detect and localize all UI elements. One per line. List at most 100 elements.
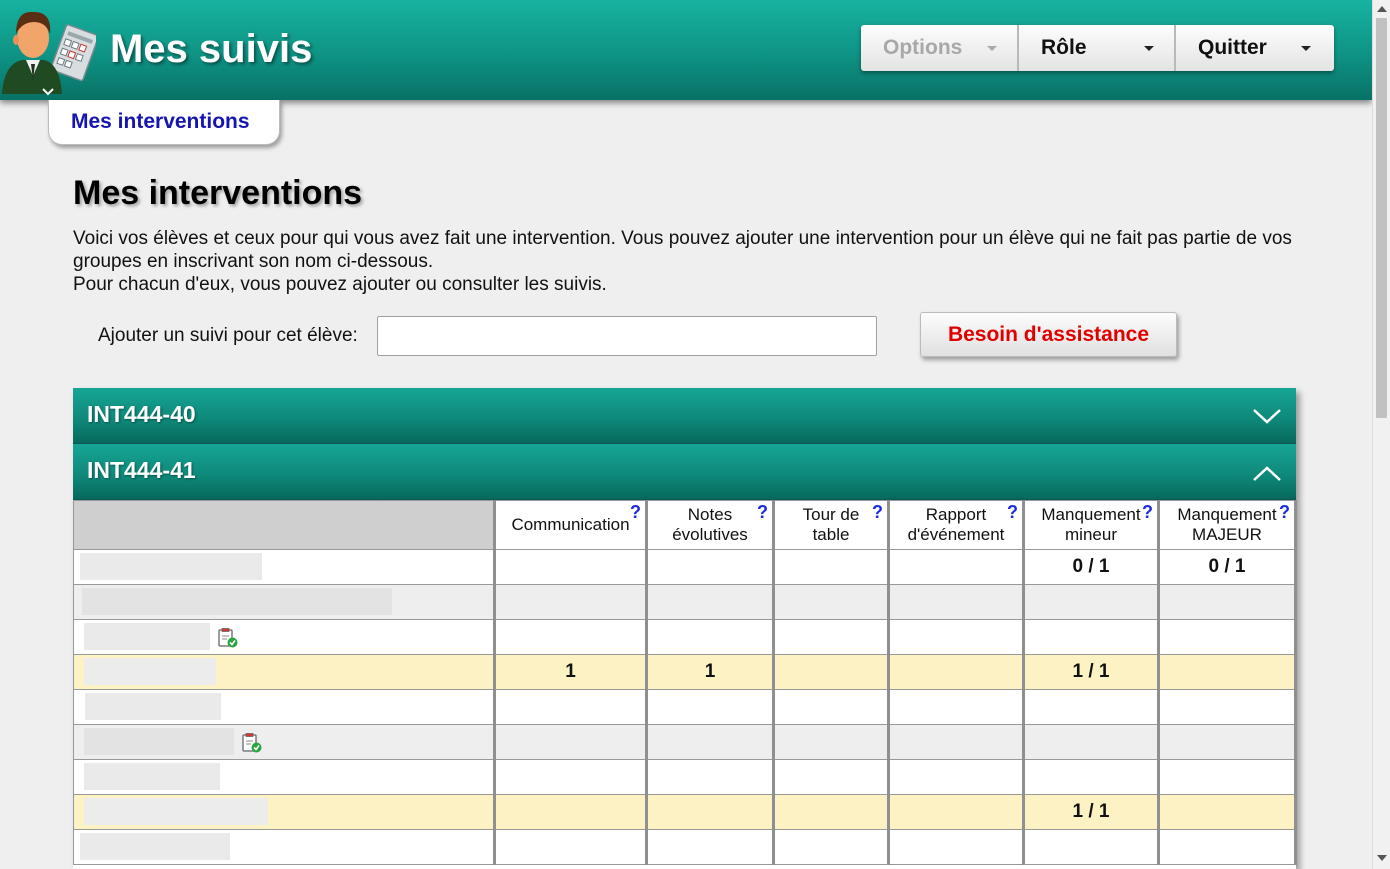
table-row[interactable]: 1 1 1 / 1: [73, 654, 1297, 690]
table-cell[interactable]: [888, 549, 1025, 585]
table-cell[interactable]: [494, 794, 648, 830]
help-icon[interactable]: ?: [872, 502, 883, 522]
table-cell[interactable]: [646, 619, 775, 655]
student-name-cell[interactable]: [73, 654, 496, 690]
table-cell[interactable]: [1158, 584, 1297, 620]
column-label: Manquement: [1177, 505, 1277, 524]
help-icon[interactable]: ?: [1007, 502, 1018, 522]
table-row[interactable]: [73, 619, 1297, 655]
table-cell[interactable]: [1158, 619, 1297, 655]
group-name: INT444-41: [87, 457, 196, 483]
table-cell[interactable]: [1023, 689, 1160, 725]
table-cell[interactable]: [773, 549, 890, 585]
student-name-cell[interactable]: [73, 794, 496, 830]
help-icon[interactable]: ?: [1279, 502, 1290, 522]
table-row[interactable]: [73, 759, 1297, 795]
group-name: INT444-40: [87, 401, 196, 427]
table-cell[interactable]: [888, 794, 1025, 830]
table-row[interactable]: [73, 829, 1297, 865]
table-cell[interactable]: [646, 794, 775, 830]
table-cell[interactable]: [888, 759, 1025, 795]
top-menu: Options Rôle Quitter: [861, 25, 1334, 71]
table-cell[interactable]: [494, 549, 648, 585]
group-header-int444-41[interactable]: INT444-41: [73, 444, 1296, 500]
table-cell[interactable]: [1158, 724, 1297, 760]
help-icon[interactable]: ?: [757, 502, 768, 522]
table-cell[interactable]: [773, 584, 890, 620]
table-cell[interactable]: [888, 829, 1025, 865]
student-name-cell[interactable]: [73, 724, 496, 760]
table-cell[interactable]: [1023, 724, 1160, 760]
table-row[interactable]: [73, 584, 1297, 620]
table-cell[interactable]: [888, 584, 1025, 620]
table-cell[interactable]: [773, 619, 890, 655]
options-menu-button[interactable]: Options: [861, 25, 1019, 71]
table-cell[interactable]: [494, 689, 648, 725]
table-cell[interactable]: [494, 724, 648, 760]
table-cell[interactable]: [773, 759, 890, 795]
table-cell[interactable]: [1023, 584, 1160, 620]
student-name-cell[interactable]: [73, 619, 496, 655]
table-cell[interactable]: [1158, 689, 1297, 725]
table-cell[interactable]: [646, 759, 775, 795]
table-cell[interactable]: 1: [646, 654, 775, 690]
table-cell[interactable]: [888, 619, 1025, 655]
table-cell[interactable]: 1 / 1: [1023, 654, 1160, 690]
table-cell[interactable]: [646, 829, 775, 865]
table-cell[interactable]: 1: [494, 654, 648, 690]
table-cell[interactable]: [1158, 829, 1297, 865]
table-row[interactable]: 1 / 1: [73, 794, 1297, 830]
table-cell[interactable]: 0 / 1: [1023, 549, 1160, 585]
student-name-cell[interactable]: [73, 829, 496, 865]
tab-mes-interventions[interactable]: Mes interventions: [48, 100, 280, 145]
table-cell[interactable]: [888, 654, 1025, 690]
table-cell[interactable]: [888, 724, 1025, 760]
table-cell[interactable]: [1023, 759, 1160, 795]
table-cell[interactable]: [773, 829, 890, 865]
table-cell[interactable]: 0 / 1: [1158, 549, 1297, 585]
column-header-rapport: Rapport d'événement ?: [888, 500, 1025, 550]
table-cell[interactable]: [1158, 654, 1297, 690]
student-name-cell[interactable]: [73, 584, 496, 620]
table-cell[interactable]: [494, 584, 648, 620]
table-cell[interactable]: [1023, 619, 1160, 655]
student-name-cell[interactable]: [73, 549, 496, 585]
table-cell[interactable]: [646, 549, 775, 585]
clipboard-check-icon[interactable]: [241, 732, 263, 754]
help-icon[interactable]: ?: [630, 502, 641, 522]
role-menu-button[interactable]: Rôle: [1019, 25, 1176, 71]
table-cell[interactable]: [646, 584, 775, 620]
scrollbar-thumb[interactable]: [1376, 18, 1387, 418]
student-name-cell[interactable]: [73, 689, 496, 725]
table-cell[interactable]: [1158, 794, 1297, 830]
table-cell[interactable]: 1 / 1: [1023, 794, 1160, 830]
table-row[interactable]: [73, 689, 1297, 725]
scroll-down-arrow-icon[interactable]: [1377, 855, 1387, 861]
table-cell[interactable]: [773, 689, 890, 725]
table-cell[interactable]: [494, 759, 648, 795]
table-cell[interactable]: [773, 724, 890, 760]
students-table: Communication ? Notes évolutives ? Tour …: [73, 500, 1297, 865]
table-cell[interactable]: [773, 794, 890, 830]
clipboard-check-icon[interactable]: [217, 627, 239, 649]
table-row[interactable]: 0 / 1 0 / 1: [73, 549, 1297, 585]
assistance-button[interactable]: Besoin d'assistance: [920, 312, 1177, 357]
table-cell[interactable]: [494, 619, 648, 655]
table-cell[interactable]: [646, 724, 775, 760]
quit-menu-button[interactable]: Quitter: [1176, 25, 1334, 71]
table-cell[interactable]: [494, 829, 648, 865]
table-cell[interactable]: [773, 654, 890, 690]
column-label: Notes: [687, 505, 733, 524]
help-icon[interactable]: ?: [1142, 502, 1153, 522]
group-header-int444-40[interactable]: INT444-40: [73, 388, 1296, 444]
student-search-input[interactable]: [377, 316, 877, 356]
redacted-name: [84, 658, 216, 685]
table-cell[interactable]: [888, 689, 1025, 725]
student-name-cell[interactable]: [73, 759, 496, 795]
scroll-up-arrow-icon[interactable]: [1377, 6, 1387, 12]
page-scrollbar[interactable]: [1372, 0, 1390, 869]
table-row[interactable]: [73, 724, 1297, 760]
table-cell[interactable]: [1158, 759, 1297, 795]
table-cell[interactable]: [646, 689, 775, 725]
table-cell[interactable]: [1023, 829, 1160, 865]
